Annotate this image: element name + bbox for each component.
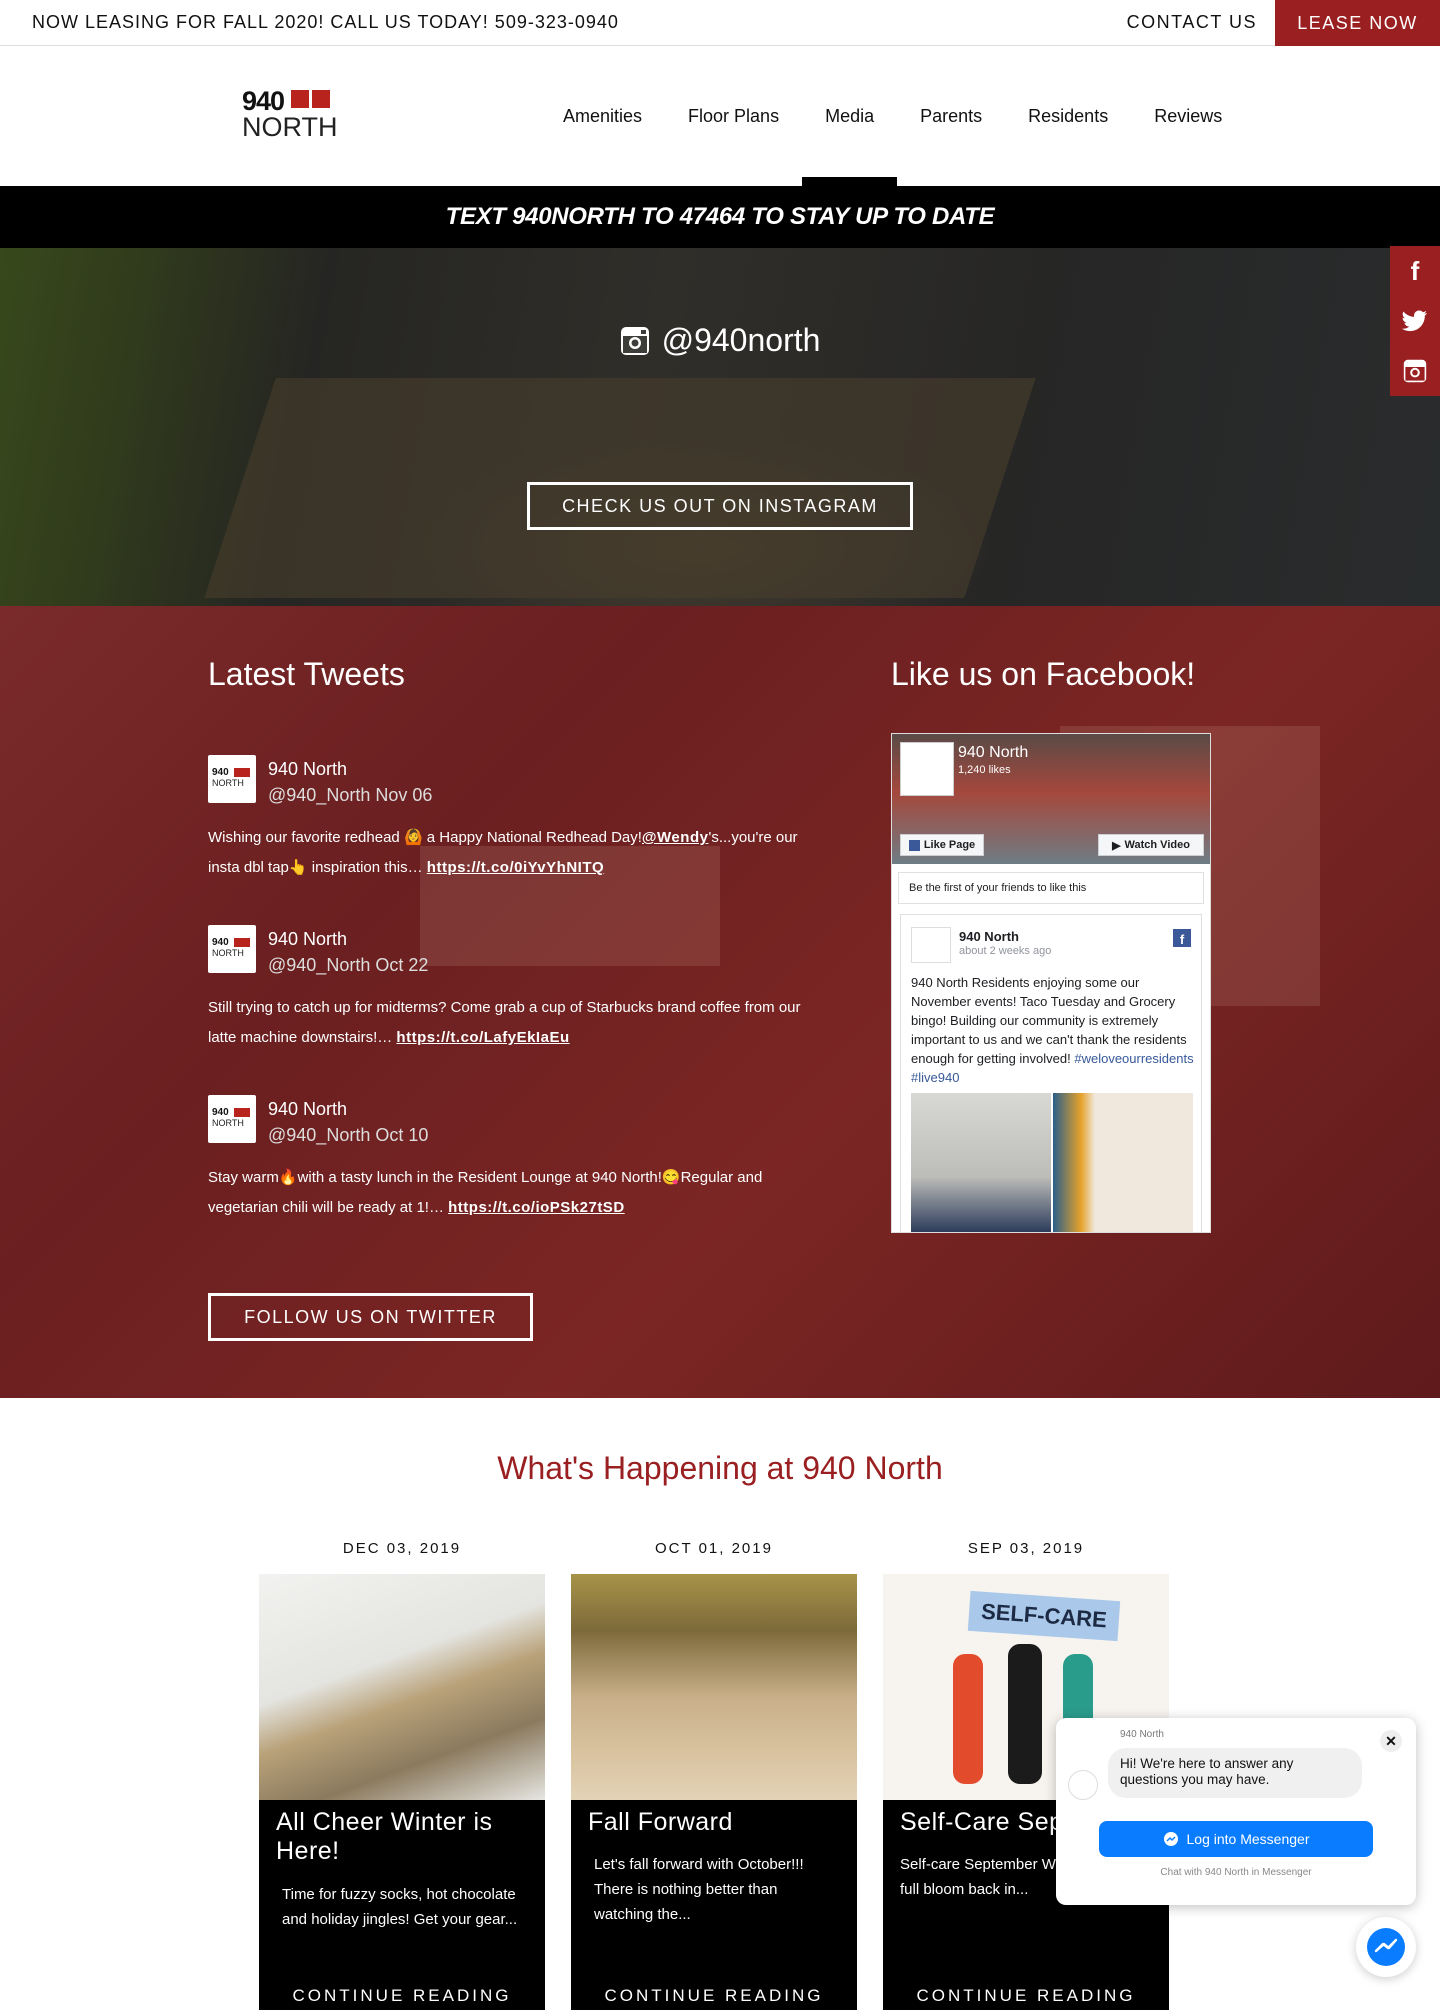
watch-video-button[interactable]: ▶ Watch Video bbox=[1098, 834, 1204, 856]
site-header: 940 NORTH Amenities Floor Plans Media Pa… bbox=[0, 46, 1440, 186]
post-text: 940 North Residents enjoying some our No… bbox=[911, 975, 1194, 1085]
tweet-handle-date: @940_North Oct 22 bbox=[268, 955, 429, 975]
post-photo[interactable] bbox=[911, 1093, 1051, 1232]
messenger-chat-popup: 940 North ✕ Hi! We're here to answer any… bbox=[1056, 1718, 1416, 1905]
tweet-text: Still trying to catch up for midterms? C… bbox=[208, 999, 801, 1046]
instagram-handle[interactable]: @940north bbox=[0, 322, 1440, 359]
avatar[interactable] bbox=[911, 927, 951, 963]
blog-image-friends-leaves[interactable] bbox=[571, 1574, 857, 1800]
blog-title[interactable]: All Cheer Winter is Here! bbox=[276, 1808, 536, 1866]
facebook-friends-note: Be the first of your friends to like thi… bbox=[898, 872, 1204, 904]
nav-item-amenities[interactable]: Amenities bbox=[540, 46, 665, 186]
tweet-author[interactable]: 940 North bbox=[268, 929, 347, 950]
logo-square bbox=[312, 90, 330, 108]
blog-card-body: All Cheer Winter is Here! Time for fuzzy… bbox=[259, 1800, 545, 2010]
facebook-page-name[interactable]: 940 North bbox=[958, 744, 1028, 762]
blog-title[interactable]: Fall Forward bbox=[588, 1808, 848, 1837]
chat-sender-name: 940 North bbox=[1120, 1729, 1164, 1740]
tweets-heading: Latest Tweets bbox=[208, 656, 405, 692]
follow-twitter-button[interactable]: FOLLOW US ON TWITTER bbox=[208, 1293, 533, 1341]
contact-us-link[interactable]: CONTACT US bbox=[1127, 12, 1257, 33]
instagram-cta-button[interactable]: CHECK US OUT ON INSTAGRAM bbox=[527, 482, 913, 530]
facebook-cover-photo[interactable]: 940 North 1,240 likes Like Page ▶ Watch V… bbox=[892, 734, 1210, 864]
blog-date: SEP 03, 2019 bbox=[967, 1540, 1085, 1557]
tweet-author[interactable]: 940 North bbox=[268, 1099, 347, 1120]
blog-date: OCT 01, 2019 bbox=[655, 1540, 773, 1557]
main-nav: Amenities Floor Plans Media Parents Resi… bbox=[540, 46, 1245, 186]
twitter-icon[interactable] bbox=[1390, 296, 1440, 346]
nav-item-media[interactable]: Media bbox=[802, 46, 898, 186]
tweet-author[interactable]: 940 North bbox=[268, 759, 347, 780]
blog-excerpt: Let's fall forward with October!!! There… bbox=[594, 1856, 804, 1923]
avatar[interactable]: 940 NORTH bbox=[208, 755, 256, 803]
avatar bbox=[1068, 1770, 1098, 1800]
post-time[interactable]: about 2 weeks ago bbox=[959, 945, 1051, 957]
continue-reading-link[interactable]: CONTINUE READING bbox=[883, 1986, 1169, 2006]
blog-date: DEC 03, 2019 bbox=[342, 1540, 462, 1557]
nav-item-floor-plans[interactable]: Floor Plans bbox=[665, 46, 802, 186]
happening-heading: What's Happening at 940 North bbox=[497, 1450, 943, 1486]
messenger-launcher-button[interactable] bbox=[1356, 1917, 1416, 1977]
chat-footer-text: Chat with 940 North in Messenger bbox=[1160, 1867, 1312, 1878]
tweet-mention-link[interactable]: @Wendy bbox=[642, 829, 709, 846]
tweet-handle-date: @940_North Nov 06 bbox=[268, 785, 433, 805]
facebook-icon[interactable]: f bbox=[1173, 929, 1191, 947]
tweet-text: Stay warm🔥with a tasty lunch in the Resi… bbox=[208, 1169, 763, 1216]
avatar[interactable] bbox=[900, 742, 954, 796]
like-page-button[interactable]: Like Page bbox=[900, 834, 984, 856]
post-author[interactable]: 940 North bbox=[959, 929, 1019, 944]
messenger-icon bbox=[1163, 1832, 1178, 1846]
post-photo[interactable] bbox=[1053, 1093, 1193, 1232]
facebook-post: 940 North about 2 weeks ago f 940 North … bbox=[900, 914, 1202, 1232]
facebook-icon[interactable]: f bbox=[1390, 246, 1440, 296]
blog-excerpt: Time for fuzzy socks, hot chocolate and … bbox=[282, 1886, 518, 1928]
facebook-icon bbox=[908, 839, 920, 851]
tweet-link[interactable]: https://t.co/ioPSk27tSD bbox=[448, 1199, 625, 1216]
tweet-text: Wishing our favorite redhead 🙆 a Happy N… bbox=[208, 829, 798, 876]
close-icon[interactable]: ✕ bbox=[1380, 1730, 1402, 1752]
avatar[interactable]: 940 NORTH bbox=[208, 925, 256, 973]
log-into-messenger-button[interactable]: Log into Messenger bbox=[1099, 1821, 1373, 1857]
facebook-page-widget: 940 North 1,240 likes Like Page ▶ Watch V… bbox=[891, 733, 1211, 1233]
self-care-banner: SELF-CARE bbox=[967, 1590, 1121, 1642]
logo-word: NORTH bbox=[242, 112, 338, 142]
facebook-heading: Like us on Facebook! bbox=[891, 656, 1196, 692]
tweet-link[interactable]: https://t.co/0iYvYhNITQ bbox=[427, 859, 604, 876]
lease-now-button[interactable]: LEASE NOW bbox=[1275, 0, 1440, 46]
nav-item-parents[interactable]: Parents bbox=[897, 46, 1005, 186]
nav-item-reviews[interactable]: Reviews bbox=[1131, 46, 1245, 186]
blog-image-hot-cocoa[interactable] bbox=[259, 1574, 545, 1800]
play-icon: ▶ bbox=[1112, 839, 1121, 852]
top-bar: NOW LEASING FOR FALL 2020! CALL US TODAY… bbox=[0, 0, 1440, 46]
nav-item-residents[interactable]: Residents bbox=[1005, 46, 1131, 186]
continue-reading-link[interactable]: CONTINUE READING bbox=[571, 1986, 857, 2006]
instagram-section: @940north CHECK US OUT ON INSTAGRAM bbox=[0, 248, 1440, 606]
instagram-icon[interactable] bbox=[1390, 346, 1440, 396]
social-sidebar: f bbox=[1390, 246, 1440, 396]
avatar[interactable]: 940 NORTH bbox=[208, 1095, 256, 1143]
continue-reading-link[interactable]: CONTINUE READING bbox=[259, 1986, 545, 2006]
messenger-icon bbox=[1367, 1928, 1405, 1966]
blog-card-body: Fall Forward Let's fall forward with Oct… bbox=[571, 1800, 857, 2010]
facebook-likes-count: 1,240 likes bbox=[958, 764, 1011, 776]
tweet-link[interactable]: https://t.co/LafyEkIaEu bbox=[396, 1029, 569, 1046]
instagram-handle-text: @940north bbox=[661, 322, 821, 358]
site-logo[interactable]: 940 NORTH bbox=[242, 86, 338, 142]
instagram-icon bbox=[620, 326, 649, 355]
tweet-handle-date: @940_North Oct 10 bbox=[268, 1125, 429, 1145]
leasing-message: NOW LEASING FOR FALL 2020! CALL US TODAY… bbox=[32, 12, 619, 32]
chat-greeting: Hi! We're here to answer any questions y… bbox=[1108, 1748, 1362, 1798]
text-signup-banner: TEXT 940NORTH TO 47464 TO STAY UP TO DAT… bbox=[0, 186, 1440, 248]
logo-square bbox=[291, 90, 309, 108]
